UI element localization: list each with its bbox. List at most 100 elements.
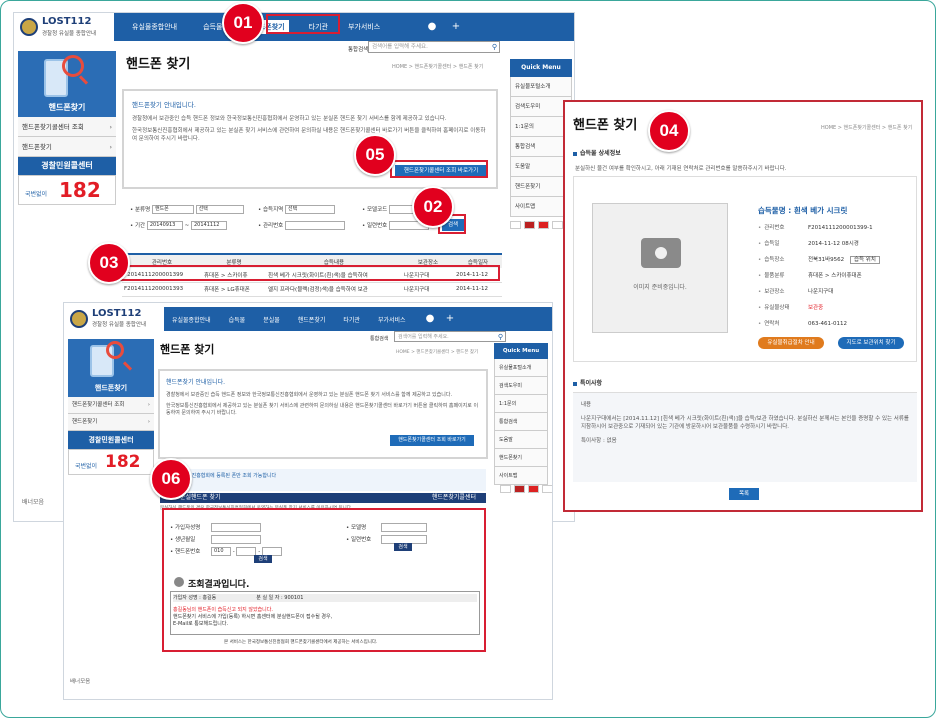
hotline-box: 국번없이 182	[18, 175, 116, 205]
quick-item[interactable]: 사이트맵	[494, 467, 548, 485]
detail-section-title: 습득물 상세정보	[573, 148, 621, 157]
nav-item[interactable]: 습득물	[203, 22, 222, 32]
table-row[interactable]: F2014111200001393 휴대폰 > LG휴대폰 엘지 프라다(블랙(검정…	[122, 282, 502, 297]
page-title: 핸드폰 찾기	[126, 57, 191, 72]
detail-row: 습득일2014-11-12 08시경	[758, 239, 859, 247]
search-label: 통합검색	[370, 336, 389, 342]
map-location-button[interactable]: 습득 위치	[849, 256, 880, 264]
sidebar-item-callcenter[interactable]: 핸드폰찾기콜센터 조회 ›	[18, 117, 116, 137]
search-input[interactable]: 검색어를 입력해 주세요. ⚲	[368, 41, 500, 53]
nav-item[interactable]: 습득물	[229, 315, 246, 324]
subcategory-select[interactable]: 선택	[195, 205, 244, 214]
quick-item[interactable]: 유실물포털소개	[510, 77, 572, 97]
flag-us-icon[interactable]	[514, 485, 525, 493]
breadcrumb: HOME > 핸드폰찾기콜센터 > 핸드폰 찾기	[392, 64, 484, 70]
detail-row: 보관장소나운지구대	[758, 287, 833, 295]
detail-breadcrumb: HOME > 핸드폰찾기콜센터 > 핸드폰 찾기	[821, 125, 913, 131]
detail-title: 핸드폰 찾기	[573, 118, 638, 133]
site-logo[interactable]: LOST112 경찰청 유실물 종합안내	[14, 13, 114, 41]
step-badge-03: 03	[88, 242, 130, 284]
callcenter-link-button[interactable]: 핸드폰찾기콜센터 조회 바로가기	[390, 435, 474, 446]
nav-item[interactable]: 타기관	[343, 315, 360, 324]
detail-box: 이미지 준비중입니다. 습득물명 : 흰색 베가 시크릿 관리번호F201411…	[573, 176, 917, 362]
police-emblem-icon	[20, 18, 38, 36]
quick-item[interactable]: 유실물포털소개	[494, 359, 548, 377]
step-badge-04: 04	[648, 110, 690, 152]
flag-jp-icon[interactable]	[552, 221, 563, 229]
highlight-nav-phone	[266, 14, 340, 34]
notes-box: 내용 나운지구대에서는 [2014.11.12] [흰색 베가 시크릿(화이트(…	[573, 392, 917, 482]
detail-row: 물품분류휴대폰 > 스카이휴대폰	[758, 271, 861, 279]
site-logo[interactable]: LOST112 경찰청 유실물 종합안내	[64, 307, 164, 331]
police-callcenter: 경찰민원콜센터	[18, 157, 116, 175]
detail-panel: 핸드폰 찾기 HOME > 핸드폰찾기콜센터 > 핸드폰 찾기 습득물 상세정보…	[563, 100, 923, 512]
sidebar: 핸드폰찾기 핸드폰찾기콜센터 조회 › 핸드폰찾기 › 경찰민원콜센터 국번없이 18…	[18, 51, 116, 205]
sidebar-item-callcenter[interactable]: 핸드폰찾기콜센터 조회 ›	[68, 397, 154, 414]
quick-item[interactable]: 검색도우미	[494, 377, 548, 395]
date-to[interactable]: 20141112	[190, 221, 227, 230]
search-icon[interactable]: ⚲	[492, 43, 497, 52]
sidebar-banner: 핸드폰찾기	[68, 339, 154, 397]
quick-item[interactable]: 핸드폰찾기	[494, 449, 548, 467]
step-badge-02: 02	[412, 186, 454, 228]
date-from[interactable]: 20140913	[146, 221, 183, 230]
nav-item[interactable]: 분실물	[263, 315, 280, 324]
police-emblem-icon	[70, 310, 88, 328]
highlight-result-row	[120, 265, 500, 281]
item-photo: 이미지 준비중입니다.	[592, 203, 728, 333]
region-select[interactable]: 선택	[285, 205, 335, 214]
search-icon[interactable]: ⚲	[498, 333, 503, 342]
sidebar: 핸드폰찾기 핸드폰찾기콜센터 조회 › 핸드폰찾기 › 경찰민원콜센터 국번없이 18…	[68, 339, 154, 475]
search-label: 통합검색	[348, 47, 369, 53]
sidebar-item-phone[interactable]: 핸드폰찾기 ›	[68, 414, 154, 431]
add-user-icon[interactable]: +	[444, 313, 456, 325]
quick-item[interactable]: 1:1문의	[494, 395, 548, 413]
highlight-callcenter-form	[162, 508, 486, 652]
notes-section-title: 특이사항	[573, 378, 602, 387]
detail-row: 유실물상태보관중	[758, 303, 823, 311]
item-title: 습득물명 : 흰색 베가 시크릿	[758, 206, 848, 215]
nav-item[interactable]: 유실물종합안내	[132, 22, 177, 32]
add-user-icon[interactable]: +	[450, 21, 462, 33]
quick-menu: Quick Menu 유실물포털소개 검색도우미 1:1문의 통합검색 도움말 …	[494, 343, 548, 485]
map-find-button[interactable]: 지도로 보관위치 찾기	[838, 337, 904, 349]
nav-item[interactable]: 부가서비스	[348, 22, 380, 32]
step-badge-01: 01	[222, 2, 264, 44]
user-icon[interactable]: ●	[426, 21, 438, 33]
nav-item[interactable]: 부가서비스	[378, 315, 406, 324]
header-bar: LOST112 경찰청 유실물 종합안내 유실물종합안내 습득물 분실물 핸드폰…	[64, 307, 552, 331]
language-flags	[510, 221, 563, 229]
user-icon[interactable]: ●	[424, 313, 436, 325]
callcenter-banner: 한국정보통신진흥협회에 등록된 폰만 조회 가능합니다	[160, 469, 486, 491]
police-callcenter: 경찰민원콜센터	[68, 431, 154, 449]
language-flags	[500, 485, 552, 493]
camera-icon	[641, 238, 681, 268]
sidebar-banner: 핸드폰찾기	[18, 51, 116, 117]
quick-item[interactable]: 도움말	[494, 431, 548, 449]
list-button[interactable]: 목록	[729, 488, 759, 500]
hotline-box: 국번없이 182	[68, 449, 154, 475]
callcenter-header: 분실핸드폰 찾기 핸드폰찾기콜센터	[160, 493, 486, 503]
manage-no-input[interactable]	[285, 221, 345, 230]
nav-item[interactable]: 핸드폰찾기	[298, 315, 326, 324]
procedure-guide-button[interactable]: 유실물취급절차 안내	[758, 337, 824, 349]
sidebar-item-phone[interactable]: 핸드폰찾기 ›	[18, 137, 116, 157]
nav-item[interactable]: 유실물종합안내	[172, 315, 211, 324]
banner-label: 배너모음	[70, 679, 91, 685]
banner-label: 배너모음	[22, 499, 45, 506]
main-nav: 유실물종합안내 습득물 분실물 핸드폰찾기 타기관 부가서비스	[172, 307, 406, 331]
flag-cn-icon[interactable]	[538, 221, 549, 229]
magnifier-icon	[106, 341, 124, 359]
flag-kr-icon[interactable]	[500, 485, 511, 493]
page-title: 핸드폰 찾기	[160, 343, 215, 356]
flag-cn-icon[interactable]	[528, 485, 539, 493]
step-badge-06: 06	[150, 458, 192, 500]
flag-kr-icon[interactable]	[510, 221, 521, 229]
breadcrumb: HOME > 핸드폰찾기콜센터 > 핸드폰 찾기	[396, 350, 479, 355]
search-input[interactable]: 검색어를 입력해 주세요. ⚲	[394, 331, 506, 342]
flag-jp-icon[interactable]	[542, 485, 552, 493]
quick-item[interactable]: 통합검색	[494, 413, 548, 431]
flag-us-icon[interactable]	[524, 221, 535, 229]
category-select[interactable]: 핸드폰	[151, 205, 194, 214]
highlight-callcenter-button	[390, 160, 488, 178]
